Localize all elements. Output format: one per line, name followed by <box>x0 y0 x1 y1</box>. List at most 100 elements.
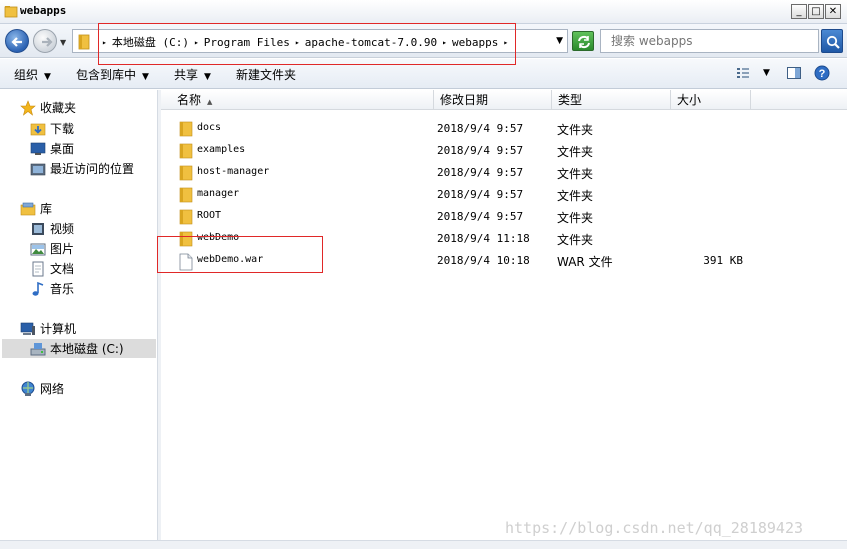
file-date: 2018/9/4 9:57 <box>437 122 524 135</box>
svg-text:?: ? <box>819 68 826 80</box>
computer-icon <box>20 322 35 335</box>
column-header-size[interactable]: 大小 <box>671 90 751 110</box>
refresh-icon <box>578 35 590 49</box>
video-icon <box>32 222 44 235</box>
forward-button[interactable] <box>33 29 57 53</box>
search-icon <box>826 35 840 49</box>
sidebar-item-label: 下载 <box>50 122 75 136</box>
annotation-box-webdemo <box>157 236 323 273</box>
sidebar-item-videos[interactable]: 视频 <box>30 219 74 238</box>
sidebar-item-label: 视频 <box>50 222 75 236</box>
sidebar-item-label: 音乐 <box>50 282 75 296</box>
file-name: examples <box>197 144 246 155</box>
chevron-down-icon[interactable]: ▼ <box>556 36 563 46</box>
folder-icon <box>78 34 90 50</box>
window-title: webapps <box>20 4 67 17</box>
sidebar-item-label: 网络 <box>40 382 65 396</box>
folder-icon <box>4 6 18 18</box>
chevron-down-icon[interactable]: ▼ <box>763 68 770 78</box>
include-in-library-label: 包含到库中 <box>76 68 137 82</box>
search-box[interactable] <box>600 29 819 53</box>
arrow-left-icon <box>11 37 22 47</box>
minimize-button[interactable]: _ <box>791 4 807 19</box>
file-date: 2018/9/4 9:57 <box>437 210 524 223</box>
new-folder-button[interactable]: 新建文件夹 <box>236 66 296 83</box>
document-icon <box>32 261 44 276</box>
desktop-icon <box>30 142 46 155</box>
sidebar-item-label: 库 <box>40 202 53 216</box>
maximize-button[interactable]: □ <box>808 4 824 19</box>
file-row-host-manager[interactable]: host-manager 2018/9/4 9:57 文件夹 <box>161 162 847 184</box>
column-header-date[interactable]: 修改日期 <box>434 90 552 110</box>
organize-menu[interactable]: 组织 ▼ <box>14 66 51 83</box>
file-type: 文件夹 <box>557 189 594 203</box>
file-type: WAR 文件 <box>557 255 613 269</box>
file-type: 文件夹 <box>557 211 594 225</box>
window-controls: _ □ ✕ <box>791 4 841 19</box>
chevron-down-icon: ▼ <box>142 72 149 82</box>
sort-ascending-icon: ▲ <box>207 98 213 106</box>
sidebar-item-label: 计算机 <box>40 322 77 336</box>
sidebar-item-desktop[interactable]: 桌面 <box>30 139 74 158</box>
navigation-pane: 收藏夹 下载 桌面 最近访问的位置 库 视频 图片 文档 音乐 计算机 本地磁盘… <box>0 90 158 540</box>
recent-places-icon <box>30 163 46 175</box>
refresh-button[interactable] <box>572 31 594 51</box>
sidebar-item-local-disk[interactable]: 本地磁盘 (C:) <box>2 339 156 358</box>
column-header-label: 类型 <box>558 93 583 107</box>
sidebar-item-label: 文档 <box>50 262 75 276</box>
network-icon <box>21 381 35 396</box>
file-date: 2018/9/4 9:57 <box>437 144 524 157</box>
back-button[interactable] <box>5 29 29 53</box>
view-options-icon[interactable] <box>735 65 751 81</box>
organize-label: 组织 <box>14 68 39 82</box>
close-button[interactable]: ✕ <box>825 4 841 19</box>
sidebar-item-music[interactable]: 音乐 <box>30 279 74 298</box>
chevron-down-icon: ▼ <box>204 72 211 82</box>
column-header-type[interactable]: 类型 <box>552 90 671 110</box>
preview-pane-icon[interactable] <box>786 65 802 81</box>
new-folder-label: 新建文件夹 <box>236 68 297 82</box>
search-input[interactable] <box>601 30 818 52</box>
status-bar <box>0 540 847 549</box>
file-name: manager <box>197 188 240 199</box>
downloads-folder-icon <box>30 123 46 135</box>
file-type: 文件夹 <box>557 145 594 159</box>
sidebar-item-computer[interactable]: 计算机 <box>20 319 76 338</box>
sidebar-item-libraries[interactable]: 库 <box>20 199 52 218</box>
sidebar-item-recent[interactable]: 最近访问的位置 <box>30 159 134 178</box>
sidebar-item-documents[interactable]: 文档 <box>30 259 74 278</box>
sidebar-item-label: 最近访问的位置 <box>50 162 135 176</box>
column-header-label: 修改日期 <box>440 93 489 107</box>
file-row-root[interactable]: ROOT 2018/9/4 9:57 文件夹 <box>161 206 847 228</box>
column-header-label: 名称 <box>177 93 202 107</box>
share-menu[interactable]: 共享 ▼ <box>174 66 211 83</box>
file-date: 2018/9/4 10:18 <box>437 254 530 267</box>
chevron-down-icon: ▼ <box>44 72 51 82</box>
file-date: 2018/9/4 9:57 <box>437 166 524 179</box>
annotation-box-address <box>98 23 516 65</box>
file-list: 名称 ▲ 修改日期 类型 大小 docs 2018/9/4 9:57 文件夹 ex… <box>161 90 847 540</box>
sidebar-item-favorites[interactable]: 收藏夹 <box>20 98 76 117</box>
sidebar-item-downloads[interactable]: 下载 <box>30 119 74 138</box>
search-button[interactable] <box>821 29 843 53</box>
column-header: 名称 ▲ 修改日期 类型 大小 <box>161 90 847 110</box>
file-size: 391 KB <box>703 254 743 267</box>
star-icon <box>20 99 36 116</box>
file-name: docs <box>197 122 222 133</box>
sidebar-item-network[interactable]: 网络 <box>20 379 64 398</box>
file-row-examples[interactable]: examples 2018/9/4 9:57 文件夹 <box>161 140 847 162</box>
folder-icon <box>179 143 193 159</box>
sidebar-item-label: 本地磁盘 (C:) <box>50 342 124 356</box>
title-bar: webapps _ □ ✕ <box>0 0 847 24</box>
drive-icon <box>30 342 46 355</box>
file-row-manager[interactable]: manager 2018/9/4 9:57 文件夹 <box>161 184 847 206</box>
folder-icon <box>179 121 193 137</box>
column-header-name[interactable]: 名称 ▲ <box>171 90 434 110</box>
file-date: 2018/9/4 9:57 <box>437 188 524 201</box>
file-name: ROOT <box>197 210 222 221</box>
recent-pages-dropdown[interactable]: ▼ <box>60 38 66 47</box>
sidebar-item-pictures[interactable]: 图片 <box>30 239 74 258</box>
include-in-library-menu[interactable]: 包含到库中 ▼ <box>76 66 149 83</box>
help-icon[interactable]: ? <box>814 65 830 81</box>
file-row-docs[interactable]: docs 2018/9/4 9:57 文件夹 <box>161 118 847 140</box>
